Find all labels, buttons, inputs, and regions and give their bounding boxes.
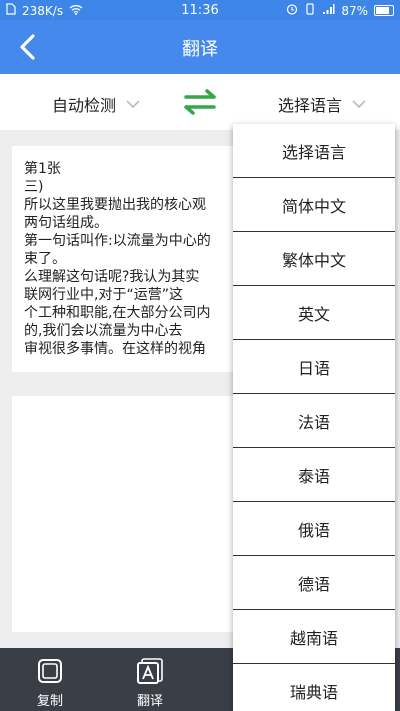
translate-label: 翻译: [136, 694, 163, 709]
dropdown-item-russian[interactable]: 俄语: [233, 502, 395, 556]
target-language-select[interactable]: 选择语言: [278, 92, 366, 116]
dropdown-item-thai[interactable]: 泰语: [233, 448, 395, 502]
translate-icon: [137, 658, 163, 684]
alarm-icon: [286, 3, 298, 18]
language-dropdown-menu: 选择语言 简体中文 繁体中文 英文 日语 法语 泰语 俄语 德语 越南语 瑞典语: [233, 124, 395, 711]
dropdown-item-japanese[interactable]: 日语: [233, 340, 395, 394]
page-title: 翻译: [182, 39, 218, 60]
dropdown-item-traditional-chinese[interactable]: 繁体中文: [233, 232, 395, 286]
translate-button[interactable]: 翻译: [120, 656, 180, 709]
dropdown-item-vietnamese[interactable]: 越南语: [233, 610, 395, 664]
source-language-label: 自动检测: [52, 96, 117, 115]
swap-languages-button[interactable]: [180, 88, 220, 116]
dropdown-item-french[interactable]: 法语: [233, 394, 395, 448]
dropdown-item-swedish[interactable]: 瑞典语: [233, 664, 395, 711]
source-language-select[interactable]: 自动检测: [52, 92, 140, 116]
status-right: 87%: [286, 3, 394, 18]
copy-icon: [38, 659, 62, 683]
dropdown-item-select-language[interactable]: 选择语言: [233, 124, 395, 178]
status-bar: 238K/s 11:36 87%: [0, 0, 400, 20]
vibrate-icon: [304, 3, 316, 18]
chevron-down-icon: [352, 99, 366, 108]
battery-icon: [374, 5, 394, 16]
copy-button[interactable]: 复制: [20, 656, 80, 709]
dropdown-item-english[interactable]: 英文: [233, 286, 395, 340]
dropdown-item-german[interactable]: 德语: [233, 556, 395, 610]
copy-label: 复制: [36, 694, 63, 709]
signal-icon: [322, 3, 335, 18]
language-bar: 自动检测 选择语言: [0, 74, 400, 130]
dropdown-item-simplified-chinese[interactable]: 简体中文: [233, 178, 395, 232]
target-language-label: 选择语言: [278, 96, 343, 115]
chevron-down-icon: [126, 99, 140, 108]
swap-arrows-icon: [184, 89, 216, 115]
app-header: 翻译: [0, 20, 400, 74]
battery-percent: 87%: [341, 3, 368, 18]
